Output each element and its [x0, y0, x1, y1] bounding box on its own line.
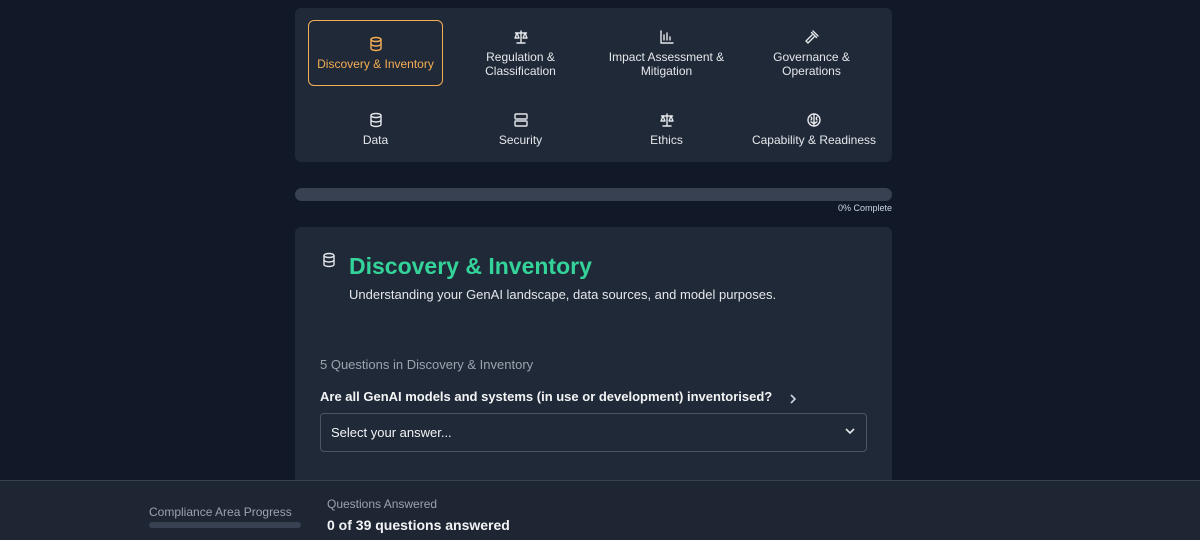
category-capability-readiness[interactable]: Capability & Readiness: [744, 96, 884, 162]
progress-label: 0% Complete: [837, 203, 892, 213]
chevron-right-icon[interactable]: [788, 392, 798, 404]
questions-answered-value: 0 of 39 questions answered: [327, 517, 510, 533]
category-label: Ethics: [650, 132, 683, 147]
category-ethics[interactable]: Ethics: [599, 96, 734, 162]
category-label: Discovery & Inventory: [317, 56, 434, 71]
questions-answered-label: Questions Answered: [327, 497, 438, 511]
category-label: Governance & Operations: [773, 49, 850, 78]
database-icon: [321, 252, 337, 268]
category-discovery-inventory[interactable]: Discovery & Inventory: [308, 20, 443, 86]
category-label: Impact Assessment & Mitigation: [608, 49, 725, 78]
category-label: Security: [498, 132, 543, 147]
section-subtitle: Understanding your GenAI landscape, data…: [349, 287, 777, 302]
category-regulation-classification[interactable]: Regulation & Classification: [453, 20, 588, 86]
footer-bar: Compliance Area Progress Questions Answe…: [0, 480, 1200, 540]
compliance-area-progress-label: Compliance Area Progress: [149, 505, 292, 519]
answer-select[interactable]: Select your answer...: [320, 413, 867, 452]
bar-chart-icon: [659, 29, 675, 45]
compliance-area-progress-bar: [149, 522, 301, 528]
question-text: Are all GenAI models and systems (in use…: [320, 389, 773, 404]
category-security[interactable]: Security: [453, 96, 588, 162]
question-row[interactable]: Are all GenAI models and systems (in use…: [320, 389, 798, 404]
gavel-icon: [804, 29, 820, 45]
category-label: Data: [362, 132, 389, 147]
category-governance-operations[interactable]: Governance & Operations: [744, 20, 879, 86]
scale-icon: [659, 112, 675, 128]
server-icon: [513, 112, 529, 128]
database-icon: [368, 112, 384, 128]
category-impact-assessment[interactable]: Impact Assessment & Mitigation: [599, 20, 734, 86]
database-icon: [368, 36, 384, 52]
brain-icon: [806, 112, 822, 128]
category-data[interactable]: Data: [308, 96, 443, 162]
section-title: Discovery & Inventory: [349, 253, 592, 279]
question-count: 5 Questions in Discovery & Inventory: [320, 357, 534, 372]
overall-progress-bar: [295, 188, 892, 201]
answer-select-value: Select your answer...: [331, 425, 452, 440]
scale-icon: [513, 29, 529, 45]
category-nav: Discovery & Inventory Regulation & Class…: [295, 8, 892, 162]
chevron-down-icon: [844, 425, 856, 440]
category-label: Capability & Readiness: [751, 132, 877, 147]
category-label: Regulation & Classification: [485, 49, 556, 78]
